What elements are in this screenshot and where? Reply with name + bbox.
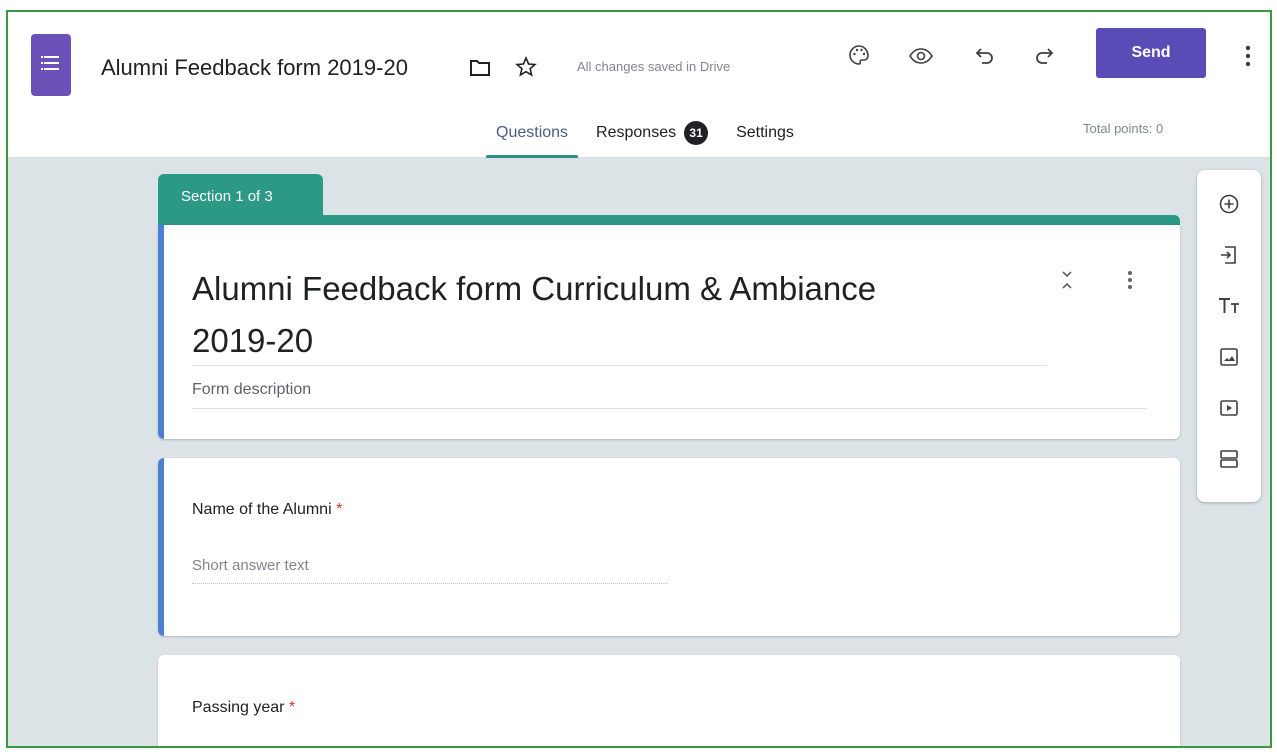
question-title[interactable]: Passing year * (192, 699, 295, 717)
folder-icon[interactable] (466, 54, 494, 82)
add-video-icon[interactable] (1209, 388, 1249, 428)
short-answer-underline (192, 583, 668, 584)
total-points: Total points: 0 (1083, 121, 1164, 136)
tab-label: Responses (596, 124, 677, 141)
add-title-icon[interactable] (1209, 286, 1249, 326)
floating-toolbar (1197, 170, 1261, 502)
undo-icon[interactable] (969, 40, 1001, 72)
required-asterisk: * (336, 501, 343, 518)
forms-app-icon[interactable] (31, 34, 71, 96)
tab-settings[interactable]: Settings (726, 120, 804, 158)
more-options-icon[interactable] (1236, 40, 1260, 72)
tab-responses[interactable]: Responses 31 (586, 120, 718, 158)
tab-questions[interactable]: Questions (486, 120, 579, 158)
responses-count-badge: 31 (684, 121, 709, 145)
question-text: Passing year (192, 699, 285, 716)
section-more-icon[interactable] (1118, 265, 1142, 295)
add-question-icon[interactable] (1209, 184, 1249, 224)
form-header-card[interactable]: Alumni Feedback form Curriculum & Ambian… (158, 225, 1180, 439)
required-asterisk: * (288, 699, 296, 716)
question-title[interactable]: Name of the Alumni * (192, 501, 342, 519)
tab-label: Settings (736, 124, 794, 141)
star-icon[interactable] (511, 52, 541, 82)
palette-icon[interactable] (843, 39, 875, 71)
import-questions-icon[interactable] (1209, 235, 1249, 275)
question-card[interactable]: Name of the Alumni * Short answer text (158, 458, 1180, 636)
add-image-icon[interactable] (1209, 337, 1249, 377)
browser-frame: Alumni Feedback form 2019-20 All changes… (6, 10, 1272, 748)
short-answer-placeholder: Short answer text (192, 557, 309, 574)
form-description-input[interactable]: Form description (192, 381, 311, 399)
collapse-section-icon[interactable] (1054, 265, 1080, 295)
form-file-title[interactable]: Alumni Feedback form 2019-20 (101, 55, 408, 81)
section-header-bar (158, 215, 1180, 225)
form-tabs: Questions Responses 31 Settings (486, 120, 812, 158)
save-status: All changes saved in Drive (577, 59, 731, 74)
add-section-icon[interactable] (1209, 439, 1249, 479)
header-bar: Alumni Feedback form 2019-20 All changes… (8, 12, 1270, 158)
question-text: Name of the Alumni (192, 501, 332, 518)
tab-label: Questions (496, 124, 569, 141)
redo-icon[interactable] (1028, 40, 1060, 72)
send-button[interactable]: Send (1096, 28, 1206, 78)
description-underline (192, 408, 1147, 409)
active-card-indicator (158, 225, 164, 439)
title-underline (192, 365, 1047, 366)
form-title[interactable]: Alumni Feedback form Curriculum & Ambian… (192, 263, 912, 367)
active-card-indicator (158, 458, 164, 636)
question-card[interactable]: Passing year * (158, 655, 1180, 746)
preview-eye-icon[interactable] (905, 40, 937, 72)
